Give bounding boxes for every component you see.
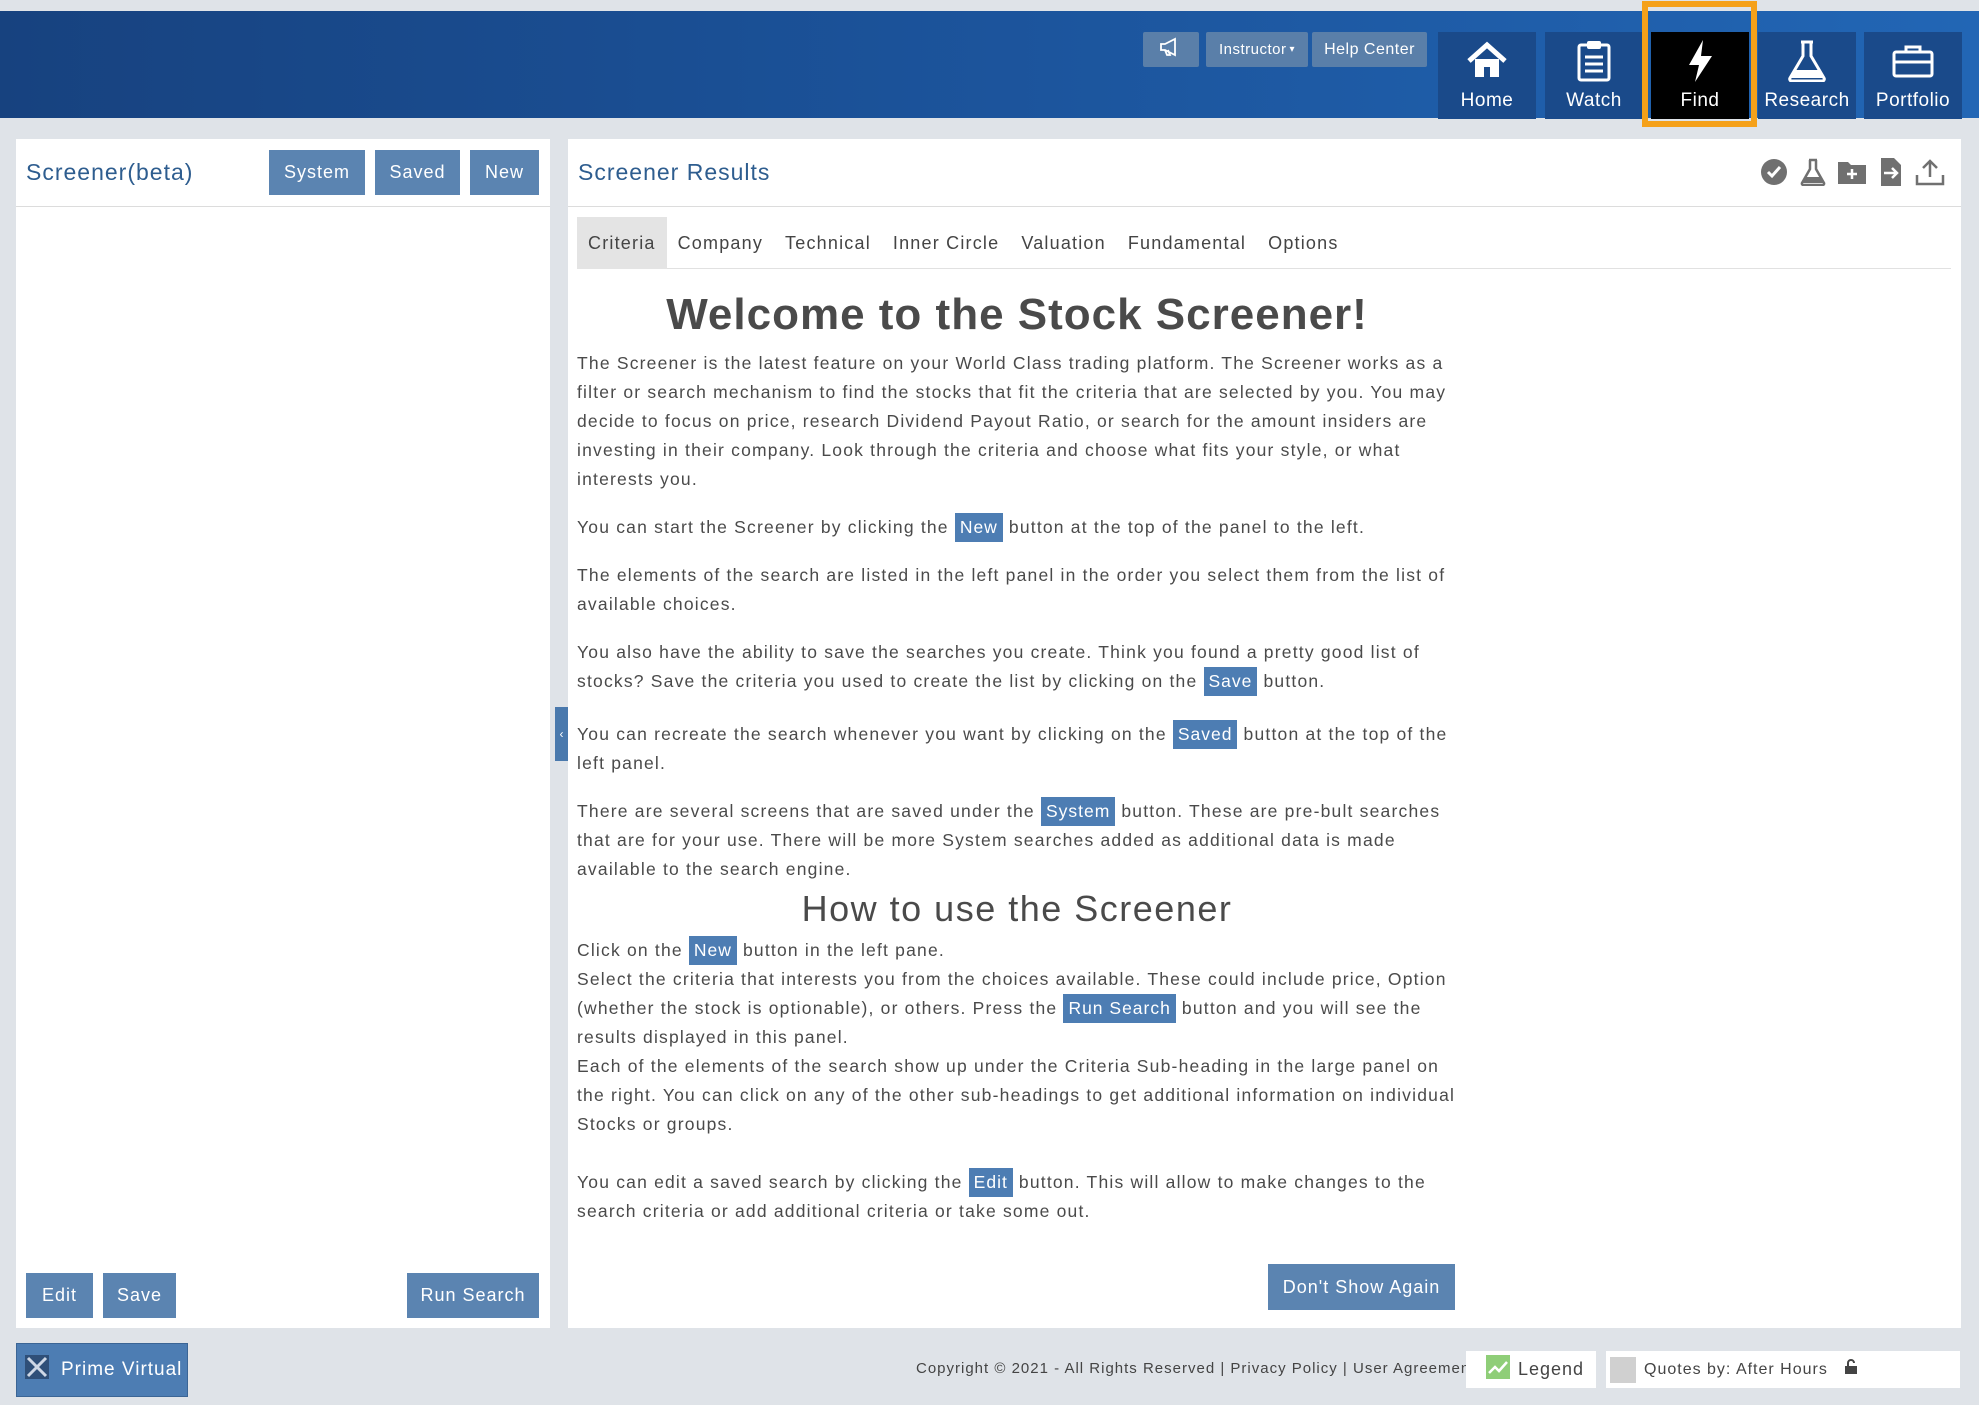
copyright-links[interactable]: Copyright © 2021 - All Rights Reserved |… — [916, 1360, 1475, 1377]
screener-results-panel: Screener Results Criteria Company Techni… — [568, 139, 1961, 1328]
megaphone-icon — [1159, 37, 1183, 62]
account-logo-icon — [25, 1355, 49, 1385]
new-chip: New — [688, 936, 737, 965]
lightning-icon — [1685, 38, 1715, 84]
briefcase-icon — [1892, 38, 1934, 84]
chart-legend-icon — [1486, 1355, 1510, 1384]
file-export-icon[interactable] — [1876, 157, 1906, 187]
check-circle-icon[interactable] — [1759, 157, 1789, 187]
dont-show-again-button[interactable]: Don't Show Again — [1268, 1264, 1455, 1310]
system-paragraph: There are several screens that are saved… — [577, 797, 1457, 884]
howto-step-3: Each of the elements of the search show … — [577, 1056, 1456, 1134]
upload-icon[interactable] — [1915, 157, 1945, 187]
chevron-left-icon: ‹ — [559, 727, 564, 741]
flask-icon[interactable] — [1798, 157, 1828, 187]
intro-paragraph: The Screener is the latest feature on yo… — [577, 353, 1447, 489]
elements-paragraph: The elements of the search are listed in… — [577, 565, 1446, 614]
flask-icon — [1787, 38, 1827, 84]
lock-open-icon[interactable] — [1844, 1359, 1858, 1380]
tab-technical[interactable]: Technical — [774, 217, 882, 269]
status-swatch — [1610, 1356, 1636, 1383]
run-search-chip: Run Search — [1063, 994, 1176, 1023]
save-paragraph: You also have the ability to save the se… — [577, 638, 1457, 696]
new-chip: New — [954, 513, 1003, 542]
tab-company[interactable]: Company — [667, 217, 774, 269]
results-title: Screener Results — [578, 159, 771, 185]
screener-title: Screener(beta) — [26, 159, 194, 185]
welcome-heading: Welcome to the Stock Screener! — [666, 290, 1368, 339]
nav-research[interactable]: Research — [1758, 32, 1856, 119]
top-navigation-bar: Instructor ▾ Help Center Home Watch Find… — [0, 11, 1979, 119]
save-chip: Save — [1203, 667, 1258, 696]
howto-heading: How to use the Screener — [801, 888, 1233, 929]
collapse-panel-handle[interactable]: ‹ — [555, 707, 568, 761]
caret-down-icon: ▾ — [1289, 44, 1296, 55]
tab-valuation[interactable]: Valuation — [1010, 217, 1117, 269]
saved-button[interactable]: Saved — [375, 150, 460, 195]
account-button[interactable]: Prime Virtual — [16, 1343, 188, 1397]
save-button[interactable]: Save — [103, 1273, 176, 1318]
announcement-button[interactable] — [1143, 32, 1199, 67]
system-chip: System — [1040, 797, 1116, 826]
screener-panel-header: Screener(beta) System Saved New — [16, 139, 550, 207]
instructor-dropdown[interactable]: Instructor ▾ — [1206, 32, 1308, 67]
quotes-status: Quotes by: After Hours — [1596, 1351, 1960, 1388]
legend-button[interactable]: Legend — [1466, 1351, 1596, 1388]
welcome-content: Welcome to the Stock Screener! The Scree… — [577, 285, 1457, 1245]
results-tabs: Criteria Company Technical Inner Circle … — [577, 217, 1951, 269]
run-search-button[interactable]: Run Search — [407, 1273, 539, 1318]
edit-chip: Edit — [968, 1168, 1013, 1197]
new-button[interactable]: New — [470, 150, 539, 195]
results-panel-header: Screener Results — [568, 139, 1961, 207]
results-toolbar — [1759, 157, 1945, 187]
clipboard-icon — [1577, 38, 1611, 84]
tab-options[interactable]: Options — [1257, 217, 1349, 269]
tab-fundamental[interactable]: Fundamental — [1117, 217, 1257, 269]
nav-portfolio[interactable]: Portfolio — [1864, 32, 1962, 119]
home-icon — [1465, 38, 1509, 84]
nav-home[interactable]: Home — [1438, 32, 1536, 119]
help-center-button[interactable]: Help Center — [1312, 32, 1427, 67]
edit-button[interactable]: Edit — [26, 1273, 93, 1318]
tab-criteria[interactable]: Criteria — [577, 217, 667, 269]
start-paragraph: You can start the Screener by clicking t… — [577, 513, 1457, 542]
howto-step-4: You can edit a saved search by clicking … — [577, 1168, 1457, 1226]
saved-paragraph: You can recreate the search whenever you… — [577, 720, 1457, 778]
saved-chip: Saved — [1172, 720, 1238, 749]
nav-watch[interactable]: Watch — [1545, 32, 1643, 119]
folder-add-icon[interactable] — [1837, 157, 1867, 187]
system-button[interactable]: System — [269, 150, 365, 195]
howto-step-1: Click on the New button in the left pane… — [577, 936, 1457, 965]
nav-find[interactable]: Find — [1651, 32, 1749, 119]
tab-inner-circle[interactable]: Inner Circle — [882, 217, 1010, 269]
screener-panel: Screener(beta) System Saved New Edit Sav… — [16, 139, 550, 1328]
howto-step-2: Select the criteria that interests you f… — [577, 969, 1447, 1047]
